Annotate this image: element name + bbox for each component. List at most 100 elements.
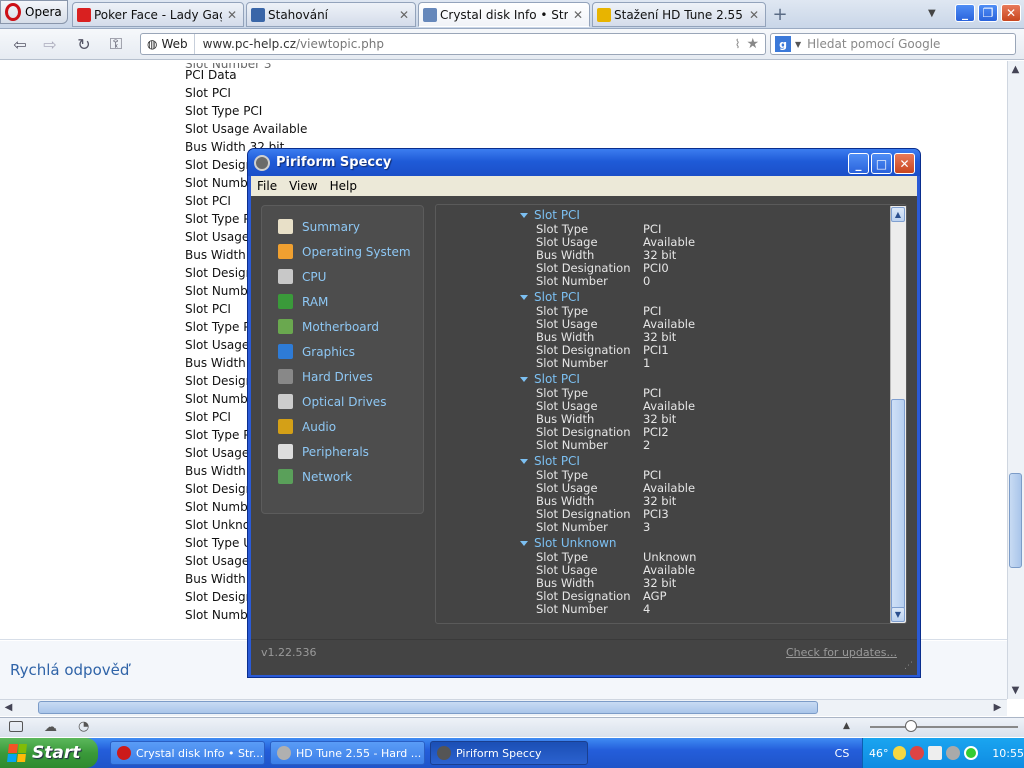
sidebar-item-operating-system[interactable]: Operating System bbox=[262, 239, 423, 264]
page-vertical-scrollbar[interactable] bbox=[1007, 61, 1024, 699]
browser-minimize-button[interactable]: _ bbox=[955, 4, 975, 22]
menu-file[interactable]: File bbox=[251, 179, 283, 193]
speccy-maximize-button[interactable]: □ bbox=[871, 153, 892, 174]
collapse-triangle-icon[interactable] bbox=[520, 294, 528, 300]
tray-app-icon[interactable] bbox=[892, 746, 907, 760]
tab-poker-face[interactable]: Poker Face - Lady Gaga ... ✕ bbox=[72, 2, 244, 27]
bookmark-star-icon[interactable]: ★ bbox=[744, 36, 765, 52]
cloud-icon[interactable]: ☁ bbox=[44, 720, 57, 735]
vertical-scroll-thumb[interactable] bbox=[1009, 473, 1022, 568]
sidebar-item-network[interactable]: Network bbox=[262, 464, 423, 489]
property-name: Slot Number bbox=[536, 356, 608, 370]
close-icon[interactable]: ✕ bbox=[397, 8, 411, 22]
system-tray: 46° 10:55 bbox=[862, 738, 1024, 768]
network-icon bbox=[278, 469, 293, 484]
scroll-down-arrow-icon[interactable]: ▼ bbox=[1008, 683, 1023, 698]
menu-help[interactable]: Help bbox=[324, 179, 363, 193]
sidebar-item-hard-drives[interactable]: Hard Drives bbox=[262, 364, 423, 389]
close-icon[interactable]: ✕ bbox=[571, 8, 585, 22]
url-path: /viewtopic.php bbox=[296, 37, 384, 51]
new-tab-button[interactable]: + bbox=[770, 4, 790, 25]
opera-logo-icon bbox=[5, 3, 21, 21]
sidebar-item-ram[interactable]: RAM bbox=[262, 289, 423, 314]
temperature-readout[interactable]: 46° bbox=[869, 747, 889, 760]
tray-network-icon[interactable] bbox=[964, 746, 979, 760]
taskbar-button-hdtune[interactable]: HD Tune 2.55 - Hard ... bbox=[270, 741, 425, 765]
rss-icon[interactable]: ⌇ bbox=[731, 37, 745, 51]
sidebar-item-audio[interactable]: Audio bbox=[262, 414, 423, 439]
url-text[interactable]: www.pc-help.cz/viewtopic.php bbox=[195, 37, 731, 51]
collapse-triangle-icon[interactable] bbox=[520, 458, 528, 464]
taskbar-button-speccy[interactable]: Piriform Speccy bbox=[430, 741, 588, 765]
panel-toggle-icon[interactable] bbox=[9, 721, 23, 732]
details-scroll-down-icon[interactable]: ▼ bbox=[891, 607, 905, 622]
cpu-icon bbox=[278, 269, 293, 284]
back-arrow-icon[interactable]: ⇦ bbox=[8, 34, 32, 54]
sidebar-item-graphics[interactable]: Graphics bbox=[262, 339, 423, 364]
speccy-title-bar[interactable]: Piriform Speccy bbox=[248, 149, 920, 176]
speed-dial-icon[interactable]: ◔ bbox=[78, 719, 89, 734]
close-icon[interactable]: ✕ bbox=[747, 8, 761, 22]
reload-icon[interactable]: ↻ bbox=[72, 34, 96, 54]
sidebar-item-cpu[interactable]: CPU bbox=[262, 264, 423, 289]
start-button[interactable]: Start bbox=[0, 738, 98, 768]
key-icon[interactable]: ⚿ bbox=[104, 34, 128, 54]
tab-list-chevron-icon[interactable]: ▼ bbox=[928, 8, 936, 19]
scroll-left-arrow-icon[interactable]: ◀ bbox=[1, 700, 16, 715]
speccy-title: Piriform Speccy bbox=[276, 155, 392, 170]
slot-group-header[interactable]: Slot PCI bbox=[520, 290, 580, 304]
zoom-slider-handle[interactable] bbox=[905, 720, 917, 732]
horizontal-scroll-thumb[interactable] bbox=[38, 701, 818, 714]
web-badge[interactable]: ◍ Web bbox=[141, 34, 195, 54]
sidebar-item-summary[interactable]: Summary bbox=[262, 214, 423, 239]
windows-flag-icon bbox=[7, 744, 27, 762]
speccy-minimize-button[interactable]: _ bbox=[848, 153, 869, 174]
zoom-up-arrow-icon[interactable]: ▲ bbox=[843, 721, 850, 731]
quick-reply-heading[interactable]: Rychlá odpověď bbox=[10, 661, 129, 679]
details-scroll-thumb[interactable] bbox=[891, 399, 905, 609]
property-name: Slot Number bbox=[536, 438, 608, 452]
tab-hd-tune[interactable]: Stažení HD Tune 2.55 - S... ✕ bbox=[592, 2, 766, 27]
tab-stahovani[interactable]: Stahování ✕ bbox=[246, 2, 416, 27]
collapse-triangle-icon[interactable] bbox=[520, 376, 528, 382]
search-field[interactable]: g ▼ Hledat pomocí Google bbox=[770, 33, 1016, 55]
post-text-line: Bus Width bbox=[185, 464, 246, 478]
tab-crystal-disk-info[interactable]: Crystal disk Info • Strana 2 ✕ bbox=[418, 2, 590, 27]
address-field[interactable]: ◍ Web www.pc-help.cz/viewtopic.php ⌇ ★ bbox=[140, 33, 766, 55]
sidebar-item-motherboard[interactable]: Motherboard bbox=[262, 314, 423, 339]
zoom-slider[interactable] bbox=[870, 726, 1018, 728]
tray-volume-icon[interactable] bbox=[946, 746, 961, 760]
language-indicator[interactable]: CS bbox=[822, 738, 862, 768]
forward-arrow-icon[interactable]: ⇨ bbox=[38, 34, 62, 54]
browser-restore-button[interactable]: ❐ bbox=[978, 4, 998, 22]
sidebar-item-optical-drives[interactable]: Optical Drives bbox=[262, 389, 423, 414]
speccy-window: Piriform Speccy _ □ ✕ File View Help Sum… bbox=[247, 148, 921, 678]
scroll-right-arrow-icon[interactable]: ▶ bbox=[990, 700, 1005, 715]
sidebar-item-peripherals[interactable]: Peripherals bbox=[262, 439, 423, 464]
search-engine-dropdown-icon[interactable]: ▼ bbox=[795, 40, 801, 49]
taskbar-button-opera[interactable]: Crystal disk Info • Str... bbox=[110, 741, 265, 765]
tray-mail-icon[interactable] bbox=[928, 746, 943, 760]
browser-close-button[interactable]: ✕ bbox=[1001, 4, 1021, 22]
collapse-triangle-icon[interactable] bbox=[520, 540, 528, 546]
slot-group-header[interactable]: Slot PCI bbox=[520, 372, 580, 386]
sidebar-item-label: Hard Drives bbox=[302, 369, 373, 384]
close-icon[interactable]: ✕ bbox=[225, 8, 239, 22]
slot-group-header[interactable]: Slot PCI bbox=[520, 454, 580, 468]
slot-group-header[interactable]: Slot PCI bbox=[520, 208, 580, 222]
globe-icon: ◍ bbox=[147, 37, 158, 51]
opera-menu-button[interactable]: Opera bbox=[0, 0, 68, 24]
property-value: 2 bbox=[643, 438, 651, 452]
resize-grip-icon[interactable]: ⋰ bbox=[904, 661, 913, 671]
clock[interactable]: 10:55 bbox=[992, 747, 1024, 760]
collapse-triangle-icon[interactable] bbox=[520, 212, 528, 218]
details-scroll-up-icon[interactable]: ▲ bbox=[891, 207, 905, 222]
web-label: Web bbox=[161, 37, 188, 51]
slot-group-header[interactable]: Slot Unknown bbox=[520, 536, 617, 550]
check-updates-link[interactable]: Check for updates... bbox=[786, 646, 897, 659]
speccy-logo-icon bbox=[254, 154, 270, 171]
tray-security-icon[interactable] bbox=[910, 746, 925, 760]
speccy-close-button[interactable]: ✕ bbox=[894, 153, 915, 174]
menu-view[interactable]: View bbox=[283, 179, 323, 193]
scroll-up-arrow-icon[interactable]: ▲ bbox=[1008, 62, 1023, 77]
